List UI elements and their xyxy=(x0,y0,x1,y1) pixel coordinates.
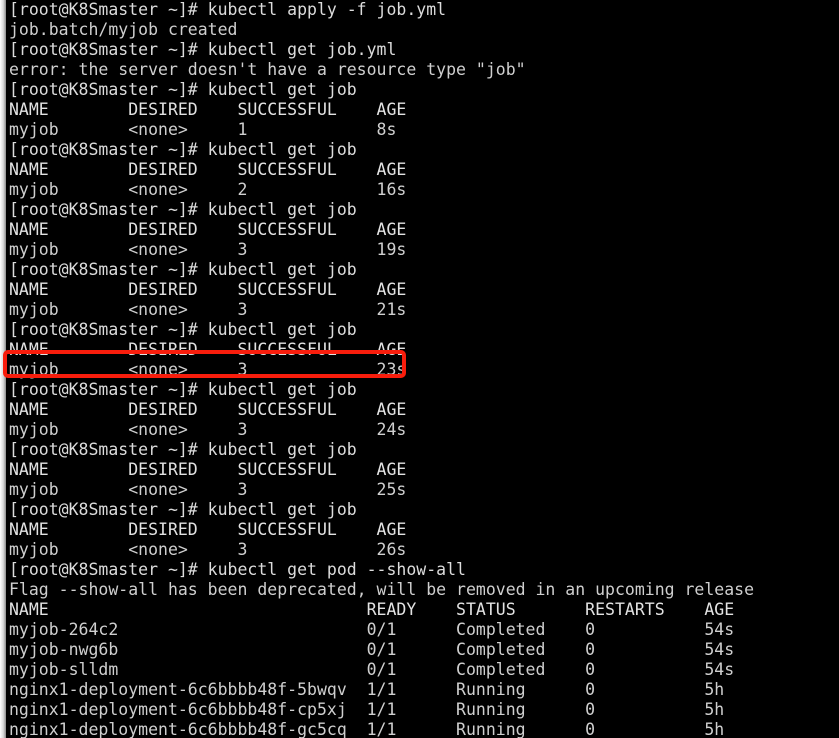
terminal-line: [root@K8Smaster ~]# kubectl get job xyxy=(9,80,357,99)
terminal-line: NAME DESIRED SUCCESSFUL AGE xyxy=(9,400,407,419)
terminal-line: NAME DESIRED SUCCESSFUL AGE xyxy=(9,340,407,359)
terminal-line: myjob-slldm 0/1 Completed 0 54s xyxy=(9,660,735,679)
terminal-line: [root@K8Smaster ~]# kubectl get job xyxy=(9,140,357,159)
terminal-line: myjob <none> 3 23s xyxy=(9,360,407,379)
terminal-line: Flag --show-all has been deprecated, wil… xyxy=(9,580,755,599)
terminal-line: NAME DESIRED SUCCESSFUL AGE xyxy=(9,100,407,119)
terminal-line: myjob <none> 2 16s xyxy=(9,180,407,199)
terminal-line: [root@K8Smaster ~]# kubectl get job xyxy=(9,260,357,279)
terminal-line: [root@K8Smaster ~]# kubectl get job xyxy=(9,440,357,459)
terminal-line: myjob <none> 3 19s xyxy=(9,240,407,259)
terminal-line: NAME DESIRED SUCCESSFUL AGE xyxy=(9,160,407,179)
terminal-line: NAME DESIRED SUCCESSFUL AGE xyxy=(9,460,407,479)
terminal-line: NAME DESIRED SUCCESSFUL AGE xyxy=(9,520,407,539)
terminal-line: [root@K8Smaster ~]# kubectl apply -f job… xyxy=(9,0,447,19)
terminal-line: error: the server doesn't have a resourc… xyxy=(9,60,526,79)
terminal-line: [root@K8Smaster ~]# kubectl get job xyxy=(9,500,357,519)
terminal-output-area[interactable]: [root@K8Smaster ~]# kubectl apply -f job… xyxy=(6,0,839,738)
terminal-window[interactable]: [root@K8Smaster ~]# kubectl apply -f job… xyxy=(0,0,839,738)
terminal-line: nginx1-deployment-6c6bbbb48f-gc5cq 1/1 R… xyxy=(9,720,725,738)
terminal-line: [root@K8Smaster ~]# kubectl get job xyxy=(9,320,357,339)
terminal-line: myjob <none> 3 25s xyxy=(9,480,407,499)
terminal-line: myjob <none> 3 26s xyxy=(9,540,407,559)
terminal-line: myjob-264c2 0/1 Completed 0 54s xyxy=(9,620,735,639)
terminal-line: myjob <none> 1 8s xyxy=(9,120,397,139)
terminal-line: job.batch/myjob created xyxy=(9,20,238,39)
terminal-line: NAME READY STATUS RESTARTS AGE xyxy=(9,600,735,619)
terminal-line: [root@K8Smaster ~]# kubectl get job xyxy=(9,380,357,399)
terminal-line: myjob <none> 3 24s xyxy=(9,420,407,439)
terminal-line: [root@K8Smaster ~]# kubectl get job xyxy=(9,200,357,219)
terminal-line: [root@K8Smaster ~]# kubectl get job.yml xyxy=(9,40,397,59)
terminal-line: nginx1-deployment-6c6bbbb48f-cp5xj 1/1 R… xyxy=(9,700,725,719)
window-left-edge-strip xyxy=(0,0,6,738)
terminal-line: NAME DESIRED SUCCESSFUL AGE xyxy=(9,280,407,299)
terminal-line: NAME DESIRED SUCCESSFUL AGE xyxy=(9,220,407,239)
terminal-line: myjob <none> 3 21s xyxy=(9,300,407,319)
terminal-line: myjob-nwg6b 0/1 Completed 0 54s xyxy=(9,640,735,659)
terminal-line: nginx1-deployment-6c6bbbb48f-5bwqv 1/1 R… xyxy=(9,680,725,699)
terminal-line: [root@K8Smaster ~]# kubectl get pod --sh… xyxy=(9,560,466,579)
